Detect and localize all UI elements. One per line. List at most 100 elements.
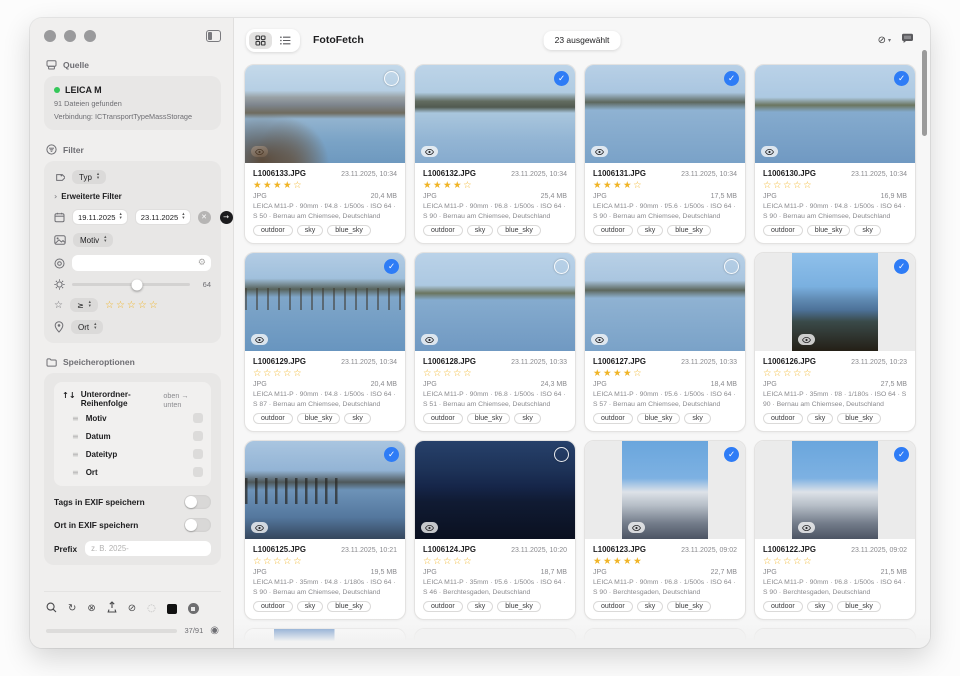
tag-pill[interactable]: outdoor: [593, 601, 633, 612]
tag-pill[interactable]: blue_sky: [837, 413, 881, 424]
vertical-scrollbar[interactable]: [922, 50, 927, 136]
preview-eye-badge[interactable]: [628, 522, 645, 533]
photo-card-partial[interactable]: [584, 628, 746, 644]
prefix-input[interactable]: [85, 541, 211, 556]
selection-badge[interactable]: ✓: [894, 259, 909, 274]
photo-thumbnail[interactable]: ✓: [245, 441, 405, 539]
order-row-dateityp[interactable]: ≡ Dateityp: [62, 445, 203, 463]
photo-card[interactable]: ✓ L1006126.JPG 23.11.2025, 10:23 ☆☆☆☆☆ J…: [754, 252, 916, 432]
order-row-datum[interactable]: ≡ Datum: [62, 427, 203, 445]
preview-eye-badge[interactable]: [761, 146, 778, 157]
photo-thumbnail[interactable]: ✓: [415, 65, 575, 163]
remove-circle-icon[interactable]: ⊗: [87, 603, 95, 614]
minimize-window-button[interactable]: [64, 30, 76, 42]
clear-date-filter-button[interactable]: ✕: [198, 211, 211, 224]
tag-pill[interactable]: sky: [344, 413, 371, 424]
tag-pill[interactable]: outdoor: [253, 413, 293, 424]
photo-image[interactable]: [755, 65, 915, 163]
tag-pill[interactable]: blue_sky: [297, 413, 341, 424]
photo-image[interactable]: [792, 441, 878, 539]
tag-pill[interactable]: blue_sky: [497, 601, 541, 612]
selection-badge[interactable]: [724, 259, 739, 274]
stop-circle-icon[interactable]: [188, 603, 199, 614]
tag-pill[interactable]: outdoor: [763, 601, 803, 612]
grid-scroll-area[interactable]: L1006133.JPG 23.11.2025, 10:34 ★★★★☆ JPG…: [234, 62, 930, 648]
photo-image[interactable]: [245, 253, 405, 351]
ort-filter-dropdown[interactable]: Ort ▴▾: [71, 320, 103, 334]
brightness-slider[interactable]: [72, 283, 190, 286]
tag-pill[interactable]: outdoor: [253, 601, 293, 612]
search-icon[interactable]: [46, 602, 57, 616]
date-to-field[interactable]: 23.11.2025 ▴▾: [135, 209, 191, 225]
photo-thumbnail[interactable]: [245, 65, 405, 163]
tag-pill[interactable]: outdoor: [423, 225, 463, 236]
grid-view-button[interactable]: [249, 32, 272, 49]
photo-image[interactable]: [245, 65, 405, 163]
tag-pill[interactable]: blue_sky: [667, 225, 711, 236]
redo-icon[interactable]: ↻: [68, 603, 76, 614]
photo-image[interactable]: [622, 441, 708, 539]
rating-operator-dropdown[interactable]: ≥ ▴▾: [70, 298, 98, 312]
progress-menu-button[interactable]: ⊘ ▾: [878, 35, 891, 46]
selection-badge[interactable]: ✓: [894, 71, 909, 86]
photo-image[interactable]: [792, 253, 878, 351]
photo-card-partial[interactable]: [244, 628, 406, 644]
tag-pill[interactable]: outdoor: [253, 225, 293, 236]
photo-thumbnail[interactable]: ✓: [755, 65, 915, 163]
order-item-checkbox[interactable]: [193, 449, 203, 459]
photo-card[interactable]: ✓ L1006122.JPG 23.11.2025, 09:02 ☆☆☆☆☆ J…: [754, 440, 916, 620]
photo-thumbnail[interactable]: ✓: [755, 253, 915, 351]
selection-badge[interactable]: ✓: [724, 447, 739, 462]
tag-pill[interactable]: blue_sky: [637, 413, 681, 424]
tag-pill[interactable]: sky: [467, 601, 494, 612]
selection-badge[interactable]: ✓: [384, 447, 399, 462]
photo-card[interactable]: ✓ L1006132.JPG 23.11.2025, 10:34 ★★★★☆ J…: [414, 64, 576, 244]
photo-thumbnail[interactable]: [415, 441, 575, 539]
photo-rating-stars[interactable]: ☆☆☆☆☆: [253, 368, 397, 379]
tag-pill[interactable]: sky: [297, 225, 324, 236]
preview-eye-badge[interactable]: [251, 146, 268, 157]
order-row-ort[interactable]: ≡ Ort: [62, 463, 203, 481]
selection-badge[interactable]: ✓: [384, 259, 399, 274]
photo-card[interactable]: L1006133.JPG 23.11.2025, 10:34 ★★★★☆ JPG…: [244, 64, 406, 244]
date-to-stepper[interactable]: ▴▾: [182, 213, 184, 221]
keyword-input[interactable]: [77, 259, 198, 268]
preview-eye-badge[interactable]: [591, 334, 608, 345]
photo-card[interactable]: L1006127.JPG 23.11.2025, 10:33 ★★★★☆ JPG…: [584, 252, 746, 432]
photo-thumbnail[interactable]: ✓: [755, 441, 915, 539]
photo-card[interactable]: L1006124.JPG 23.11.2025, 10:20 ☆☆☆☆☆ JPG…: [414, 440, 576, 620]
selection-badge[interactable]: ✓: [724, 71, 739, 86]
dashed-circle-icon[interactable]: ◌: [147, 603, 156, 614]
date-from-stepper[interactable]: ▴▾: [119, 213, 121, 221]
preview-eye-badge[interactable]: [798, 334, 815, 345]
advanced-filter-disclosure[interactable]: › Erweiterte Filter: [54, 192, 122, 201]
slider-knob[interactable]: [131, 279, 142, 290]
photo-rating-stars[interactable]: ☆☆☆☆☆: [423, 368, 567, 379]
photo-image[interactable]: [585, 65, 745, 163]
source-card[interactable]: LEICA M 91 Dateien gefunden Verbindung: …: [44, 76, 221, 130]
tag-pill[interactable]: sky: [807, 601, 834, 612]
messages-button[interactable]: [901, 31, 914, 49]
photo-image[interactable]: [245, 441, 405, 539]
order-item-checkbox[interactable]: [193, 467, 203, 477]
photo-image[interactable]: [415, 253, 575, 351]
type-filter-dropdown[interactable]: Typ ▴▾: [72, 170, 106, 184]
tag-pill[interactable]: blue_sky: [497, 225, 541, 236]
tag-pill[interactable]: outdoor: [423, 601, 463, 612]
slash-circle-icon[interactable]: ⊘: [128, 603, 136, 614]
drag-handle-icon[interactable]: ≡: [72, 468, 79, 477]
photo-rating-stars[interactable]: ★★★★☆: [593, 180, 737, 191]
order-item-checkbox[interactable]: [193, 413, 203, 423]
tag-pill[interactable]: outdoor: [423, 413, 463, 424]
drag-handle-icon[interactable]: ≡: [72, 432, 79, 441]
gear-icon[interactable]: ⚙: [198, 258, 206, 268]
photo-thumbnail[interactable]: [585, 253, 745, 351]
drag-handle-icon[interactable]: ≡: [72, 414, 79, 423]
preview-eye-badge[interactable]: [421, 522, 438, 533]
tag-pill[interactable]: sky: [637, 601, 664, 612]
tag-pill[interactable]: sky: [637, 225, 664, 236]
tags-exif-toggle[interactable]: [184, 495, 211, 509]
motiv-filter-dropdown[interactable]: Motiv ▴▾: [73, 233, 113, 247]
selection-badge[interactable]: [384, 71, 399, 86]
photo-thumbnail[interactable]: ✓: [245, 253, 405, 351]
